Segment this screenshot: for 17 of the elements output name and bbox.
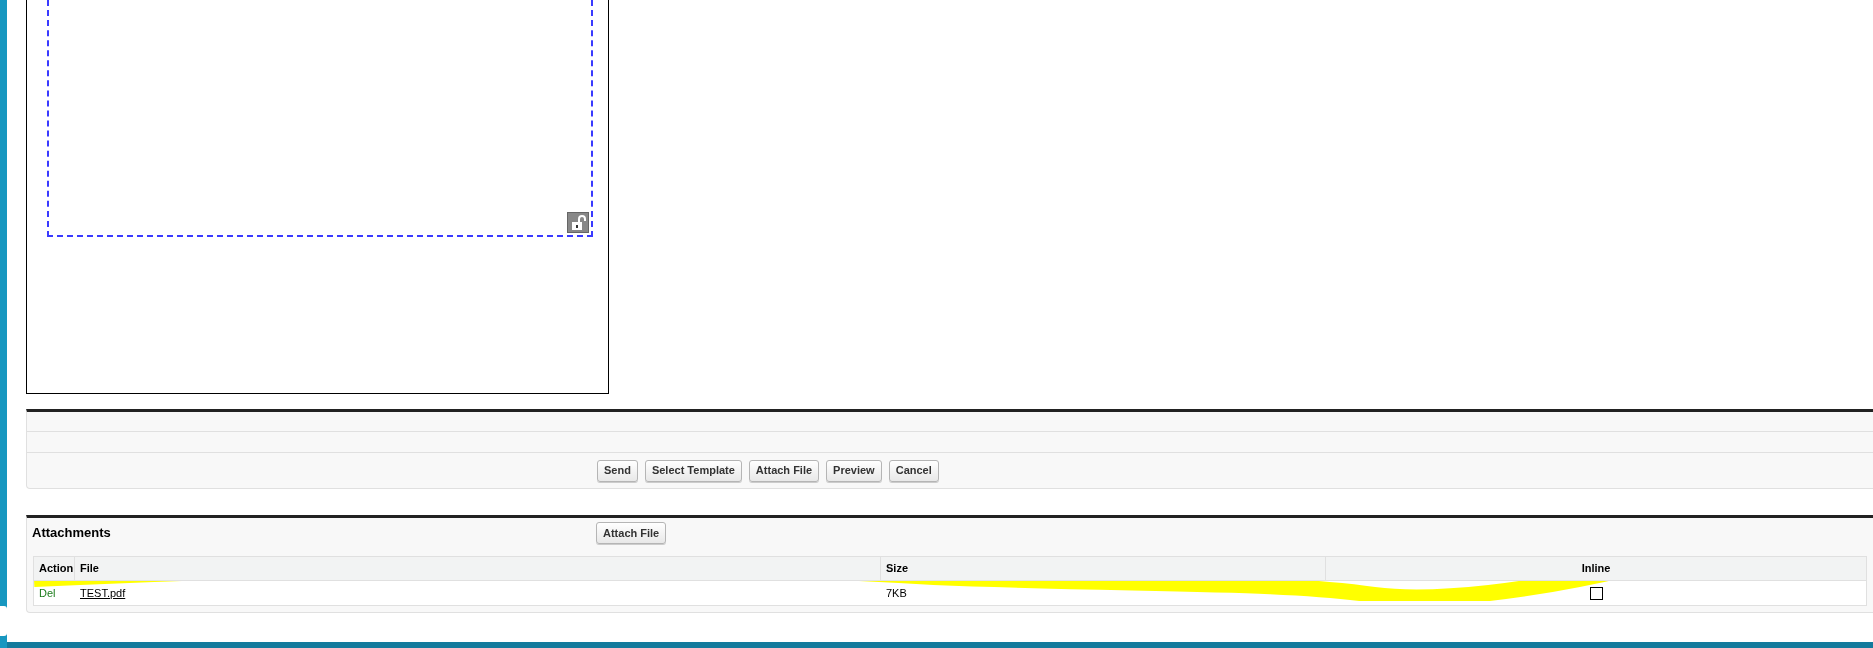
inline-checkbox[interactable] (1589, 586, 1603, 600)
column-header: Inline (1580, 561, 1612, 577)
action-button[interactable]: Attach File (748, 459, 820, 482)
action-button[interactable]: Select Template (644, 459, 742, 482)
size-cell-text: 7KB (886, 585, 907, 601)
action-button[interactable]: Cancel (888, 459, 939, 482)
delete-link[interactable]: Del (39, 584, 56, 602)
column-header: Size (881, 557, 1326, 580)
file-link[interactable]: TEST.pdf (80, 584, 126, 602)
side-tab[interactable] (0, 606, 7, 636)
attach-file-button[interactable]: Attach File (596, 522, 667, 544)
action-button[interactable]: Send (597, 459, 638, 482)
unlocked-padlock-icon[interactable] (567, 212, 589, 233)
column-header: File (75, 557, 881, 580)
action-button[interactable]: Preview (826, 459, 882, 482)
section-title: Attachments (32, 524, 112, 543)
column-header: Action (34, 557, 75, 580)
